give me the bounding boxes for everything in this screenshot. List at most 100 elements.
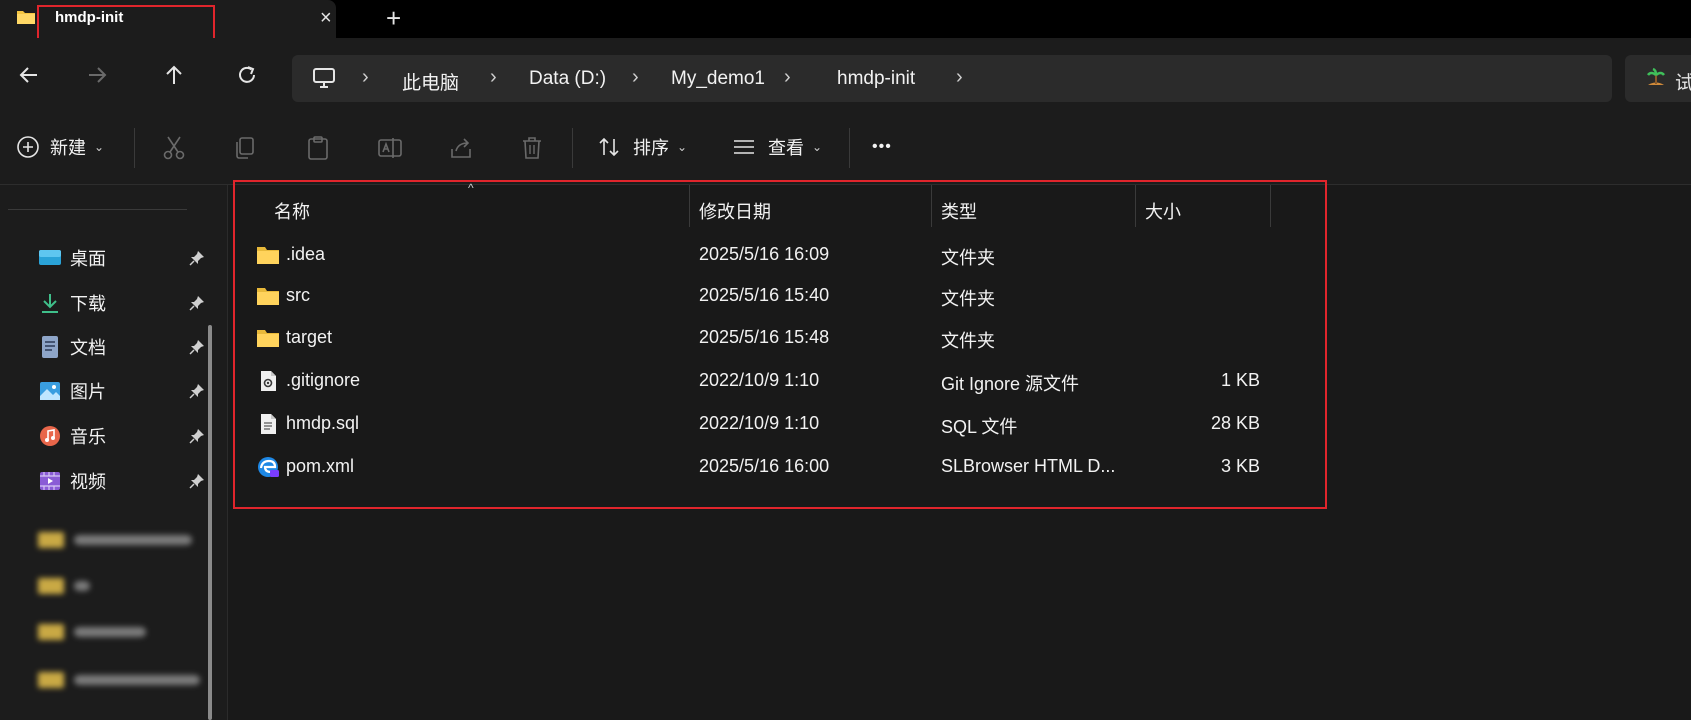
search-box[interactable]: 试: [1625, 55, 1691, 102]
view-list-icon: [734, 140, 754, 154]
file-size: 1 KB: [1220, 370, 1260, 390]
sidebar-item-blurred[interactable]: [38, 669, 200, 691]
table-row[interactable]: .idea 2025/5/16 16:09 文件夹: [232, 234, 1232, 276]
column-divider[interactable]: [689, 185, 690, 227]
rename-icon[interactable]: [377, 135, 403, 161]
column-header-modified[interactable]: 修改日期: [699, 191, 771, 231]
tab-bar: hmdp-init × +: [0, 0, 1691, 38]
new-button[interactable]: 新建 ⌄: [16, 132, 104, 162]
sidebar-item-blurred[interactable]: [38, 621, 146, 643]
table-row[interactable]: src 2025/5/16 15:40 文件夹: [232, 275, 1232, 317]
new-tab-button[interactable]: +: [386, 4, 401, 32]
file-name: target: [286, 327, 333, 347]
pin-icon[interactable]: [188, 427, 206, 445]
file-modified: 2022/10/9 1:10: [699, 370, 820, 390]
sort-ascending-icon: ^: [468, 181, 474, 195]
file-type: 文件夹: [941, 289, 995, 309]
file-name: .gitignore: [286, 370, 361, 390]
file-size: 3 KB: [1220, 456, 1260, 476]
chevron-right-icon[interactable]: ›: [632, 66, 639, 89]
arrow-left-icon: [19, 67, 37, 83]
column-header-type[interactable]: 类型: [941, 191, 977, 231]
file-list: 名称 ^ 修改日期 类型 大小 .idea 2025/5/16 16:09 文件…: [232, 181, 1691, 720]
up-button[interactable]: [159, 60, 189, 90]
column-divider[interactable]: [1135, 185, 1136, 227]
config-file-icon: [261, 371, 276, 391]
file-type: Git Ignore 源文件: [941, 374, 1080, 394]
file-modified: 2025/5/16 15:40: [699, 285, 830, 305]
file-type: SQL 文件: [941, 417, 1018, 437]
file-name: .idea: [286, 244, 326, 264]
sidebar-scrollbar[interactable]: [208, 325, 212, 720]
command-bar: 新建 ⌄ 排序 ⌄ 查看 ⌄ •••: [0, 110, 1691, 185]
table-row[interactable]: .gitignore 2022/10/9 1:10 Git Ignore 源文件…: [232, 360, 1260, 402]
browser-file-icon: [258, 457, 279, 477]
breadcrumb-hmdp-init[interactable]: hmdp-init: [837, 68, 915, 90]
blurred-label: [74, 627, 146, 637]
breadcrumb-my-demo1[interactable]: My_demo1: [671, 68, 765, 90]
sidebar-item-downloads[interactable]: 下载: [38, 288, 204, 318]
table-row[interactable]: hmdp.sql 2022/10/9 1:10 SQL 文件 28 KB: [232, 403, 1260, 445]
file-name: src: [286, 285, 310, 305]
folder-icon: [38, 532, 64, 548]
breadcrumb-data-drive[interactable]: Data (D:): [529, 68, 606, 90]
sidebar-item-label: 下载: [70, 294, 106, 314]
sidebar-item-blurred[interactable]: [38, 529, 192, 551]
table-row[interactable]: target 2025/5/16 15:48 文件夹: [232, 317, 1232, 359]
copy-icon[interactable]: [233, 135, 257, 161]
delete-icon[interactable]: [520, 135, 544, 161]
folder-icon: [257, 288, 279, 305]
sidebar-item-music[interactable]: 音乐: [38, 421, 204, 451]
sort-label: 排序: [633, 138, 669, 158]
column-divider[interactable]: [931, 185, 932, 227]
back-button[interactable]: [14, 60, 44, 90]
navigation-bar: › 此电脑 › Data (D:) › My_demo1 › hmdp-init…: [0, 38, 1691, 110]
pin-icon[interactable]: [188, 294, 206, 312]
paste-icon[interactable]: [306, 135, 330, 161]
plus-circle-icon: [17, 136, 39, 158]
chevron-right-icon[interactable]: ›: [784, 66, 791, 89]
column-header-size[interactable]: 大小: [1145, 191, 1181, 231]
pin-icon[interactable]: [188, 249, 206, 267]
pin-icon[interactable]: [188, 382, 206, 400]
folder-icon: [257, 330, 279, 347]
sort-button[interactable]: 排序 ⌄: [597, 132, 687, 162]
address-bar[interactable]: › 此电脑 › Data (D:) › My_demo1 › hmdp-init…: [292, 55, 1612, 102]
file-type: 文件夹: [941, 248, 995, 268]
close-icon[interactable]: ×: [320, 6, 332, 30]
folder-icon: [257, 247, 279, 264]
forward-button[interactable]: [82, 60, 112, 90]
divider: [572, 128, 573, 168]
folder-icon: [38, 578, 64, 594]
new-label: 新建: [50, 138, 86, 158]
view-button[interactable]: 查看 ⌄: [732, 132, 822, 162]
picture-icon: [38, 379, 62, 403]
sidebar-item-videos[interactable]: 视频: [38, 466, 204, 496]
pin-icon[interactable]: [188, 472, 206, 490]
sidebar-item-blurred[interactable]: [38, 575, 90, 597]
column-header-name[interactable]: 名称: [274, 191, 310, 231]
video-icon: [38, 469, 62, 493]
chevron-right-icon[interactable]: ›: [490, 66, 497, 89]
file-type: 文件夹: [941, 331, 995, 351]
chevron-right-icon[interactable]: ›: [362, 66, 369, 89]
sidebar-item-documents[interactable]: 文档: [38, 332, 204, 362]
tab-hmdp-init[interactable]: hmdp-init ×: [0, 0, 336, 38]
file-name: pom.xml: [286, 456, 355, 476]
blurred-label: [74, 675, 200, 685]
chevron-right-icon[interactable]: ›: [956, 66, 963, 89]
sidebar-item-label: 视频: [70, 472, 106, 492]
table-row[interactable]: pom.xml 2025/5/16 16:00 SLBrowser HTML D…: [232, 446, 1260, 488]
share-icon[interactable]: [448, 135, 474, 161]
sidebar-item-desktop[interactable]: 桌面: [38, 243, 204, 273]
breadcrumb-this-pc[interactable]: 此电脑: [402, 68, 459, 95]
file-modified: 2022/10/9 1:10: [699, 413, 820, 433]
refresh-button[interactable]: [232, 60, 262, 90]
sidebar-item-pictures[interactable]: 图片: [38, 376, 204, 406]
column-divider[interactable]: [1270, 185, 1271, 227]
document-icon: [38, 335, 62, 359]
cut-icon[interactable]: [162, 135, 186, 161]
pin-icon[interactable]: [188, 338, 206, 356]
more-options-button[interactable]: •••: [872, 132, 892, 162]
text-file-icon: [261, 414, 276, 434]
